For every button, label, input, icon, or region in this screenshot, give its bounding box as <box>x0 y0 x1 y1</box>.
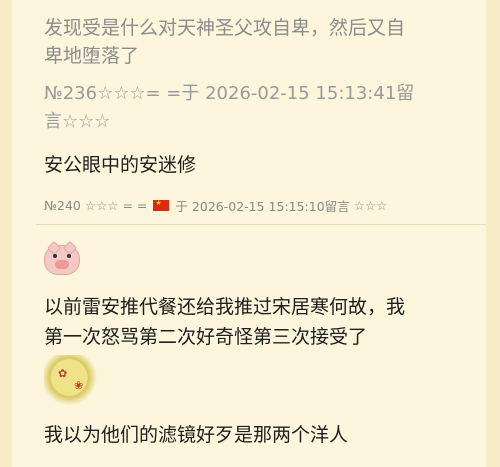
china-flag-icon <box>153 200 170 211</box>
comment-text-2-line-2: 第一次怒骂第二次好奇怪第三次接受了 <box>44 326 368 348</box>
timestamp: 2026-02-15 15:15:10留言 <box>191 199 350 214</box>
comment-text-2: 以前雷安推代餐还给我推过宋居寒何故，我 第一次怒骂第二次好奇怪第三次接受了 <box>44 292 405 352</box>
comment-thread: 发现受是什么对天神圣父攻自卑，然后又自 卑地堕落了 №236☆☆☆= =于 20… <box>0 0 500 467</box>
left-margin <box>0 0 12 467</box>
pig-eye-left <box>53 254 57 258</box>
comment-text-3: 我以为他们的滤镜好歹是那两个洋人 <box>44 424 349 446</box>
separator: = = <box>122 198 148 213</box>
previous-comment-text: 发现受是什么对天神圣父攻自卑，然后又自 卑地堕落了 <box>44 14 464 70</box>
doodle-mark-icon: ✿ <box>58 367 68 380</box>
star-rating: ☆☆☆ <box>84 198 119 213</box>
pig-snout <box>55 260 69 269</box>
previous-comment-line-2: 卑地堕落了 <box>44 45 140 67</box>
right-margin <box>486 0 500 467</box>
comment-240-meta: №240 ☆☆☆ = = 于 2026-02-15 15:15:10留言 ☆☆☆ <box>44 196 387 215</box>
pig-ear-left <box>46 240 62 256</box>
comment-number: №240 <box>44 198 81 213</box>
previous-comment-meta-line-1: №236☆☆☆= =于 2026-02-15 15:13:41留 <box>44 83 415 104</box>
pig-eye-right <box>67 254 71 258</box>
previous-comment-meta: №236☆☆☆= =于 2026-02-15 15:13:41留 言☆☆☆ <box>44 80 464 136</box>
comment-text-2-line-1: 以前雷安推代餐还给我推过宋居寒何故，我 <box>44 296 406 318</box>
previous-comment-line-1: 发现受是什么对天神圣父攻自卑，然后又自 <box>44 17 406 39</box>
divider <box>36 224 486 225</box>
comment-240-text: 安公眼中的安迷修 <box>44 154 197 176</box>
meta-yu: 于 <box>175 199 188 214</box>
trailing-stars: ☆☆☆ <box>353 198 388 213</box>
pig-ear-right <box>62 240 78 256</box>
previous-comment-meta-line-2: 言☆☆☆ <box>44 111 111 132</box>
doodle-mark-icon: ❀ <box>74 379 84 392</box>
doodle-avatar-icon[interactable]: ✿ ❀ <box>44 355 100 405</box>
pig-avatar-icon[interactable] <box>44 240 80 275</box>
